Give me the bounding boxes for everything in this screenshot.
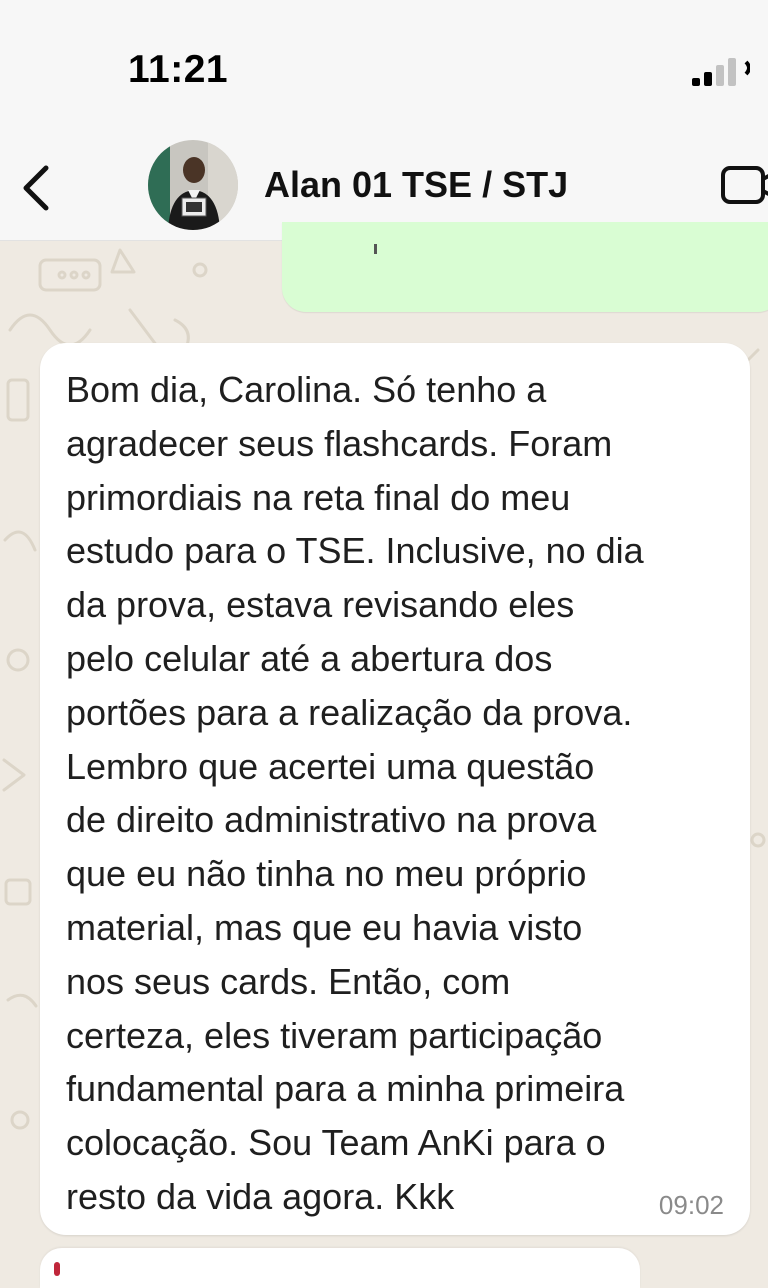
status-bar: 11:21 (0, 0, 768, 120)
next-message-bubble[interactable] (40, 1248, 640, 1288)
outgoing-message-bubble[interactable] (282, 222, 768, 312)
message-text: Bom dia, Carolina. Só tenho a agradecer … (66, 369, 644, 1217)
message-timestamp: 09:02 (658, 1190, 724, 1220)
incoming-message-bubble[interactable]: Bom dia, Carolina. Só tenho a agradecer … (40, 343, 750, 1235)
reply-quote-bar (54, 1262, 60, 1276)
status-time: 11:21 (128, 48, 229, 91)
outgoing-message-fragment (374, 244, 377, 254)
contact-name[interactable]: Alan 01 TSE / STJ (264, 164, 568, 206)
chevron-left-icon[interactable] (14, 160, 58, 216)
avatar[interactable] (148, 140, 238, 230)
video-camera-icon[interactable] (720, 165, 768, 205)
cellular-signal-icon (692, 58, 750, 86)
